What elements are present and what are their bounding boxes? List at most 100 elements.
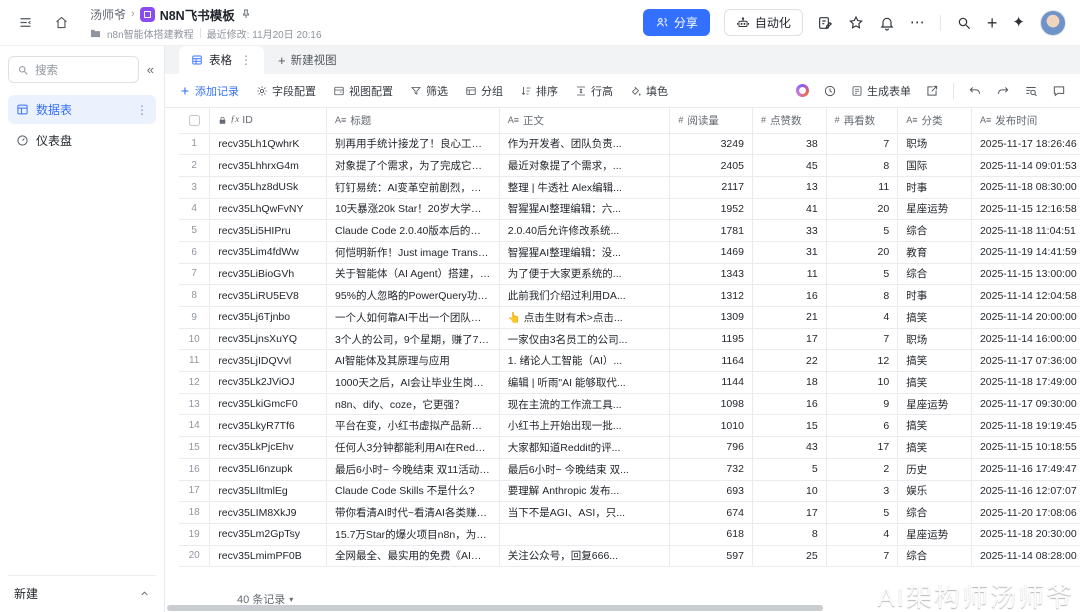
cell-looks[interactable]: 10 (826, 372, 898, 394)
cell-likes[interactable]: 10 (752, 480, 826, 502)
cell-looks[interactable]: 8 (826, 155, 898, 177)
filter-button[interactable]: 筛选 (410, 83, 448, 99)
cell-reads[interactable]: 2405 (670, 155, 753, 177)
fill-color-button[interactable]: 填色 (630, 83, 668, 99)
cell-title[interactable]: Claude Code Skills 不是什么? (326, 480, 499, 502)
cell-reads[interactable]: 2117 (670, 176, 753, 198)
cell-looks[interactable]: 7 (826, 133, 898, 155)
cell-likes[interactable]: 17 (752, 328, 826, 350)
cell-published[interactable]: 2025-11-19 14:41:59 (971, 241, 1080, 263)
star-badge-icon[interactable] (848, 15, 864, 31)
row-number[interactable]: 12 (179, 372, 210, 394)
sort-button[interactable]: 排序 (520, 83, 558, 99)
cell-id[interactable]: recv35LjnsXuYQ (210, 328, 327, 350)
cell-likes[interactable]: 33 (752, 220, 826, 242)
cell-title[interactable]: 别再用手统计接龙了！良心工具已... (326, 133, 499, 155)
cell-reads[interactable]: 674 (670, 502, 753, 524)
breadcrumb-root[interactable]: 汤师爷 (90, 6, 126, 23)
cell-category[interactable]: 教育 (898, 241, 972, 263)
cell-id[interactable]: recv35Lhz8dUSk (210, 176, 327, 198)
cell-body[interactable]: 关注公众号，回复666... (499, 545, 670, 567)
cell-looks[interactable]: 2 (826, 458, 898, 480)
cell-likes[interactable]: 16 (752, 393, 826, 415)
cell-likes[interactable]: 38 (752, 133, 826, 155)
cell-looks[interactable]: 20 (826, 198, 898, 220)
cell-body[interactable]: 智猩猩AI整理编辑：没... (499, 241, 670, 263)
add-record-button[interactable]: 添加记录 (179, 83, 239, 99)
tab-grid-view[interactable]: 表格 ⋮ (179, 46, 264, 74)
column-header-reads[interactable]: #阅读量 (670, 108, 753, 133)
cell-title[interactable]: 全网最全、最实用的免费《AI学习路... (326, 545, 499, 567)
cell-published[interactable]: 2025-11-20 17:08:06 (971, 502, 1080, 524)
cell-title[interactable]: 对象提了个需求，为了完成它具象... (326, 155, 499, 177)
cell-body[interactable]: 智猩猩AI整理编辑：六... (499, 198, 670, 220)
cell-title[interactable]: 何恺明新作！Just image Transfor... (326, 241, 499, 263)
cell-body[interactable]: 2.0.40后允许修改系统... (499, 220, 670, 242)
row-number[interactable]: 20 (179, 545, 210, 567)
cell-looks[interactable]: 20 (826, 241, 898, 263)
row-number[interactable]: 17 (179, 480, 210, 502)
cell-reads[interactable]: 1010 (670, 415, 753, 437)
cell-looks[interactable]: 7 (826, 545, 898, 567)
group-button[interactable]: 分组 (465, 83, 503, 99)
row-number[interactable]: 10 (179, 328, 210, 350)
cell-title[interactable]: 一个人如何靠AI干出一个团队的活？... (326, 307, 499, 329)
cell-category[interactable]: 搞笑 (898, 372, 972, 394)
search-input[interactable]: 搜索 (8, 56, 139, 83)
cell-published[interactable]: 2025-11-18 17:49:00 (971, 372, 1080, 394)
cell-id[interactable]: recv35LkyR7Tf6 (210, 415, 327, 437)
generate-form-button[interactable]: 生成表单 (851, 83, 911, 99)
cell-body[interactable]: 要理解 Anthropic 发布... (499, 480, 670, 502)
cell-likes[interactable]: 22 (752, 350, 826, 372)
cell-id[interactable]: recv35Lk2JViOJ (210, 372, 327, 394)
cell-title[interactable]: 带你看清AI时代~看清AI各类赚钱方... (326, 502, 499, 524)
cell-reads[interactable]: 1781 (670, 220, 753, 242)
cell-body[interactable]: 此前我们介绍过利用DA... (499, 285, 670, 307)
cell-title[interactable]: 关于智能体（AI Agent）搭建，Dify... (326, 263, 499, 285)
cell-category[interactable]: 搞笑 (898, 415, 972, 437)
row-number[interactable]: 7 (179, 263, 210, 285)
cell-published[interactable]: 2025-11-18 20:30:00 (971, 523, 1080, 545)
cell-reads[interactable]: 1343 (670, 263, 753, 285)
cell-published[interactable]: 2025-11-14 12:04:58 (971, 285, 1080, 307)
row-number[interactable]: 18 (179, 502, 210, 524)
cell-looks[interactable]: 8 (826, 285, 898, 307)
cell-body[interactable]: 作为开发者、团队负责... (499, 133, 670, 155)
cell-body[interactable] (499, 523, 670, 545)
automation-button[interactable]: 自动化 (724, 9, 803, 36)
cell-published[interactable]: 2025-11-18 08:30:00 (971, 176, 1080, 198)
cell-id[interactable]: recv35LkPjcEhv (210, 437, 327, 459)
cell-category[interactable]: 星座运势 (898, 523, 972, 545)
cell-looks[interactable]: 12 (826, 350, 898, 372)
cell-title[interactable]: 10天暴涨20k Star！20岁大学生开... (326, 198, 499, 220)
cell-title[interactable]: n8n、dify、coze，它更强？ (326, 393, 499, 415)
undo-icon[interactable] (968, 84, 982, 98)
cell-category[interactable]: 娱乐 (898, 480, 972, 502)
column-header-published[interactable]: A≡发布时间 (971, 108, 1080, 133)
cell-likes[interactable]: 25 (752, 545, 826, 567)
cell-body[interactable]: 👆 点击生财有术>点击... (499, 307, 670, 329)
folder-name[interactable]: n8n智能体搭建教程 (107, 26, 194, 41)
cell-likes[interactable]: 13 (752, 176, 826, 198)
cell-id[interactable]: recv35Lj6Tjnbo (210, 307, 327, 329)
home-icon[interactable] (48, 10, 74, 36)
cell-likes[interactable]: 18 (752, 372, 826, 394)
cell-reads[interactable]: 1952 (670, 198, 753, 220)
caret-down-icon[interactable]: ▾ (289, 595, 293, 604)
cell-likes[interactable]: 45 (752, 155, 826, 177)
cell-id[interactable]: recv35LjIDQVvl (210, 350, 327, 372)
row-number[interactable]: 9 (179, 307, 210, 329)
cell-title[interactable]: 1000天之后，AI会让毕业生岗位消... (326, 372, 499, 394)
cell-id[interactable]: recv35Lm2GpTsy (210, 523, 327, 545)
cell-category[interactable]: 搞笑 (898, 350, 972, 372)
row-number[interactable]: 1 (179, 133, 210, 155)
column-header-looks[interactable]: #再看数 (826, 108, 898, 133)
share-button[interactable]: 分享 (643, 9, 710, 36)
cell-looks[interactable]: 17 (826, 437, 898, 459)
cell-likes[interactable]: 5 (752, 458, 826, 480)
scrollbar-thumb[interactable] (167, 605, 823, 611)
color-ring-icon[interactable] (796, 84, 809, 97)
cell-published[interactable]: 2025-11-14 20:00:00 (971, 307, 1080, 329)
cell-looks[interactable]: 7 (826, 328, 898, 350)
cell-title[interactable]: 95%的人忽略的PowerQuery功能：... (326, 285, 499, 307)
